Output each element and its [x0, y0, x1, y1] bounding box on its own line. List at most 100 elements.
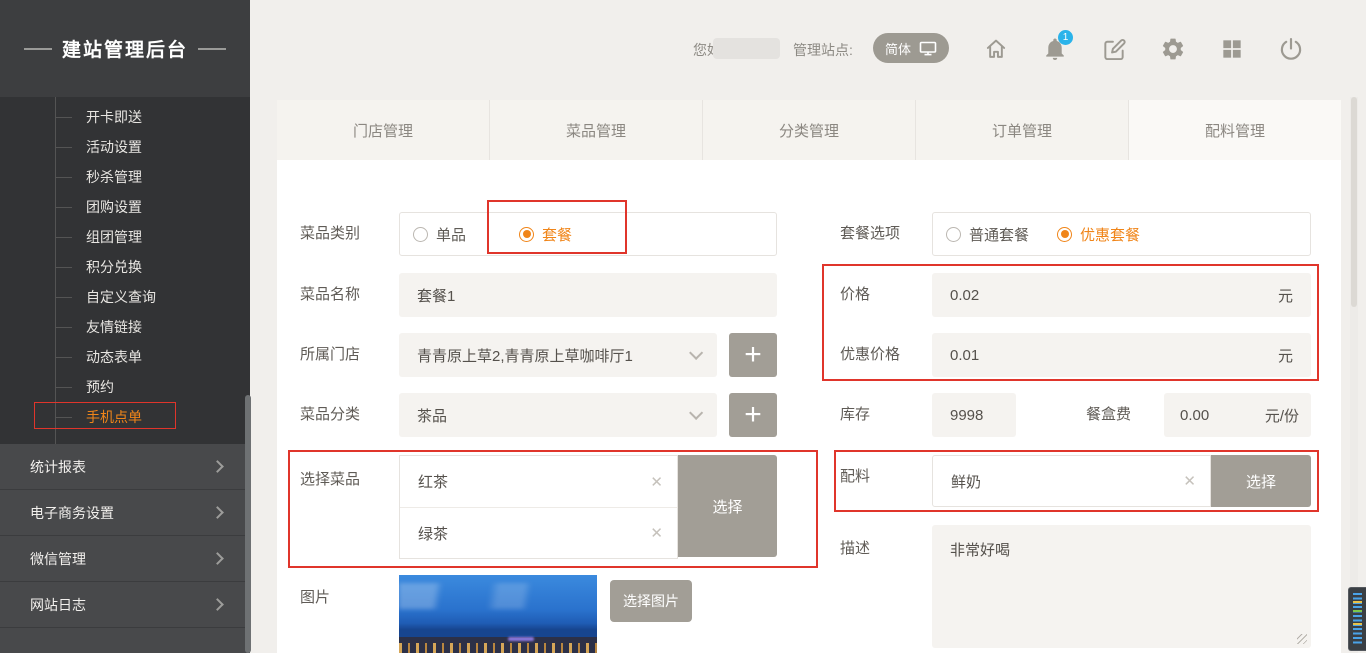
home-icon[interactable] — [983, 36, 1009, 62]
price-input[interactable]: 0.02 元 — [932, 273, 1311, 317]
power-icon[interactable] — [1278, 36, 1304, 62]
radio-normal-combo[interactable] — [946, 227, 961, 242]
radio-discount-combo[interactable] — [1057, 227, 1072, 242]
ingredient-input[interactable]: 鲜奶 ✕ — [932, 455, 1211, 507]
stock-input[interactable]: 9998 — [932, 393, 1016, 437]
ingredient-value: 鲜奶 — [951, 471, 981, 492]
description-textarea[interactable]: 非常好喝 — [932, 525, 1311, 648]
selected-dish-list: 红茶 ✕ 绿茶 ✕ — [399, 455, 678, 559]
tab-ingredient-manage[interactable]: 配料管理 — [1128, 100, 1341, 160]
combo-radio-group: 普通套餐 优惠套餐 — [932, 212, 1311, 256]
add-category-button[interactable]: + — [729, 393, 777, 437]
sidebar-item-open-card-gift[interactable]: 开卡即送 — [0, 102, 250, 132]
sidebar: 建站管理后台 开卡即送 活动设置 秒杀管理 团购设置 组团管理 积分兑换 自定义… — [0, 0, 250, 653]
radio-combo-label[interactable]: 套餐 — [542, 224, 572, 245]
tab-dish-manage[interactable]: 菜品管理 — [489, 100, 702, 160]
sidebar-section-wechat[interactable]: 微信管理 — [0, 536, 250, 582]
sidebar-item-mobile-order[interactable]: 手机点单 — [0, 402, 250, 432]
selected-dish-row: 绿茶 ✕ — [400, 507, 677, 558]
sidebar-section-sitelog[interactable]: 网站日志 — [0, 582, 250, 628]
description-value: 非常好喝 — [950, 542, 1010, 559]
price-value: 0.02 — [950, 287, 979, 304]
tab-category-manage[interactable]: 分类管理 — [702, 100, 915, 160]
dish-category-select[interactable]: 茶品 — [399, 393, 717, 437]
capture-stripe-yellow — [1353, 623, 1362, 625]
select-ingredient-button[interactable]: 选择 — [1211, 455, 1311, 507]
price-label: 价格 — [840, 286, 870, 304]
remove-dish-icon[interactable]: ✕ — [650, 524, 663, 542]
combo-option-label: 套餐选项 — [840, 225, 900, 243]
tab-store-manage[interactable]: 门店管理 — [277, 100, 489, 160]
main-panel: 门店管理 菜品管理 分类管理 订单管理 配料管理 菜品类别 单品 套餐 套餐选项… — [277, 100, 1341, 653]
page-scrollbar[interactable] — [1350, 97, 1358, 653]
dish-category-label: 菜品分类 — [300, 406, 360, 424]
logo-dash-right — [198, 48, 226, 50]
radio-discount-combo-label[interactable]: 优惠套餐 — [1080, 224, 1140, 245]
capture-tool-widget[interactable] — [1348, 587, 1366, 651]
dish-name-input[interactable]: 套餐1 — [399, 273, 777, 317]
resize-handle[interactable] — [1297, 634, 1307, 644]
dish-category-value: 茶品 — [417, 405, 447, 426]
section-label: 电子商务设置 — [30, 503, 114, 523]
sidebar-item-custom-query[interactable]: 自定义查询 — [0, 282, 250, 312]
sidebar-item-groupbuy[interactable]: 团购设置 — [0, 192, 250, 222]
photo-city-lights — [399, 643, 597, 653]
sidebar-item-points-exchange[interactable]: 积分兑换 — [0, 252, 250, 282]
radio-normal-combo-label[interactable]: 普通套餐 — [969, 224, 1029, 245]
discount-price-value: 0.01 — [950, 347, 979, 364]
select-image-button[interactable]: 选择图片 — [610, 580, 692, 622]
scrollbar-thumb[interactable] — [1351, 97, 1357, 307]
gear-icon[interactable] — [1160, 36, 1186, 62]
chevron-down-icon — [689, 346, 703, 360]
sidebar-item-activity-settings[interactable]: 活动设置 — [0, 132, 250, 162]
logo-dash-left — [24, 48, 52, 50]
radio-single-dish-label[interactable]: 单品 — [436, 224, 466, 245]
sidebar-item-group-manage[interactable]: 组团管理 — [0, 222, 250, 252]
chevron-right-icon — [211, 552, 224, 565]
boxfee-input[interactable]: 0.00 元/份 — [1164, 393, 1311, 437]
image-label: 图片 — [300, 589, 330, 607]
photo-clouds — [399, 583, 597, 609]
photo-light-glow — [508, 637, 534, 641]
discount-price-label: 优惠价格 — [840, 346, 900, 364]
stock-value: 9998 — [950, 407, 983, 424]
category-radio-group: 单品 套餐 — [399, 212, 777, 256]
app-logo: 建站管理后台 — [0, 0, 250, 97]
sidebar-item-dynamic-form[interactable]: 动态表单 — [0, 342, 250, 372]
store-select[interactable]: 青青原上草2,青青原上草咖啡厅1 — [399, 333, 717, 377]
sidebar-item-flashsale[interactable]: 秒杀管理 — [0, 162, 250, 192]
sidebar-sections: 统计报表 电子商务设置 微信管理 网站日志 — [0, 444, 250, 653]
remove-ingredient-icon[interactable]: ✕ — [1183, 472, 1196, 490]
boxfee-unit: 元/份 — [1265, 405, 1299, 426]
sidebar-item-reservation[interactable]: 预约 — [0, 372, 250, 402]
app-title: 建站管理后台 — [62, 35, 188, 62]
language-switch-button[interactable]: 简体 — [873, 33, 949, 63]
tab-order-manage[interactable]: 订单管理 — [915, 100, 1128, 160]
selected-dish-name: 红茶 — [418, 471, 448, 492]
capture-stripe-yellow — [1353, 601, 1362, 603]
sidebar-section-statistics[interactable]: 统计报表 — [0, 444, 250, 490]
store-label: 所属门店 — [300, 346, 360, 364]
radio-single-dish[interactable] — [413, 227, 428, 242]
boxfee-value: 0.00 — [1180, 407, 1209, 424]
sidebar-section-ecommerce[interactable]: 电子商务设置 — [0, 490, 250, 536]
description-label: 描述 — [840, 540, 870, 558]
section-label: 微信管理 — [30, 549, 86, 569]
apps-grid-icon[interactable] — [1219, 36, 1245, 62]
sidebar-item-friend-links[interactable]: 友情链接 — [0, 312, 250, 342]
monitor-icon — [919, 41, 937, 56]
stock-label: 库存 — [840, 406, 870, 424]
remove-dish-icon[interactable]: ✕ — [650, 473, 663, 491]
sidebar-scrollbar[interactable] — [245, 395, 251, 653]
capture-stripe-green — [1353, 610, 1362, 612]
ingredient-label: 配料 — [840, 468, 870, 486]
add-store-button[interactable]: + — [729, 333, 777, 377]
radio-combo[interactable] — [519, 227, 534, 242]
discount-price-input[interactable]: 0.01 元 — [932, 333, 1311, 377]
chevron-right-icon — [211, 598, 224, 611]
select-dish-button[interactable]: 选择 — [678, 455, 777, 557]
notifications-bell-icon[interactable]: 1 — [1042, 36, 1068, 62]
edit-icon[interactable] — [1101, 36, 1127, 62]
language-label: 简体 — [885, 39, 911, 58]
category-label: 菜品类别 — [300, 225, 360, 243]
